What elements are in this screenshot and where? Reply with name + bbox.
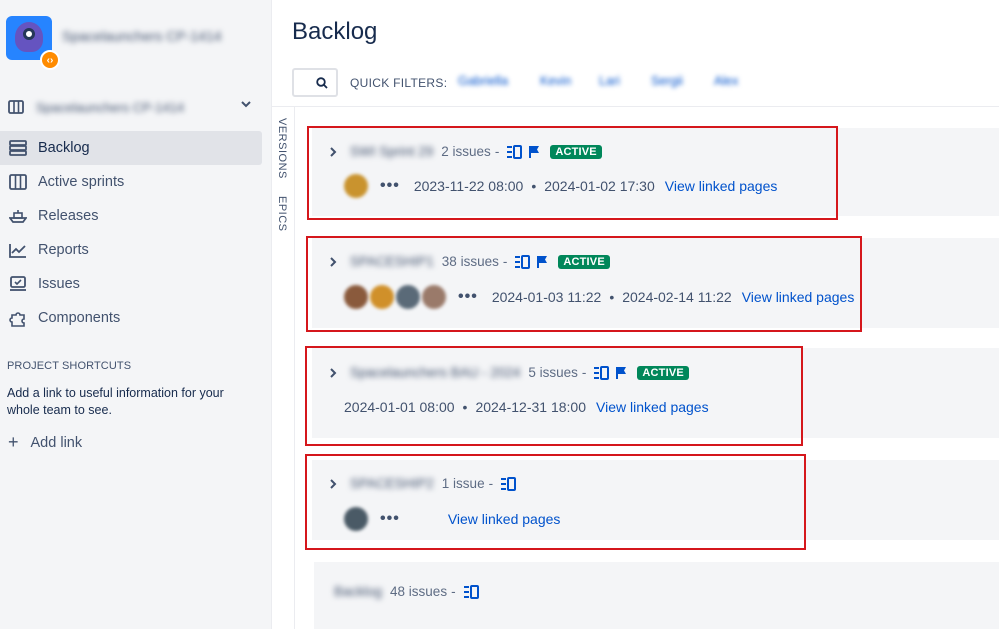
- sidebar-nav: Backlog Active sprints Releases Reports …: [0, 131, 262, 335]
- sidebar-item-components[interactable]: Components: [0, 301, 262, 335]
- sidebar-item-label: Issues: [38, 276, 80, 292]
- header-divider: [272, 106, 999, 107]
- board-columns-icon: [8, 100, 24, 114]
- sidebar-item-label: Components: [38, 310, 121, 326]
- board-selector-label: Spacelaunchers CP-1414: [36, 99, 185, 115]
- search-input[interactable]: [292, 68, 338, 97]
- quick-filter[interactable]: Lari: [599, 74, 620, 88]
- issues-icon: [8, 274, 28, 294]
- sidebar-item-releases[interactable]: Releases: [0, 199, 262, 233]
- sidebar-item-label: Reports: [38, 242, 89, 258]
- board-selector[interactable]: Spacelaunchers CP-1414: [8, 96, 258, 118]
- quick-filter[interactable]: Sergii: [651, 74, 683, 88]
- project-header[interactable]: ‹›: [6, 16, 60, 70]
- sidebar-item-label: Releases: [38, 208, 99, 224]
- project-shortcuts-heading: PROJECT SHORTCUTS: [7, 360, 132, 372]
- sidebar-item-reports[interactable]: Reports: [0, 233, 262, 267]
- chevron-down-icon: [240, 98, 252, 113]
- plus-icon: +: [8, 432, 19, 452]
- quick-filters-label: QUICK FILTERS:: [350, 76, 448, 90]
- puzzle-icon: [8, 308, 28, 328]
- sidebar-item-label: Active sprints: [38, 174, 125, 190]
- sidebar-item-backlog[interactable]: Backlog: [0, 131, 262, 165]
- quick-filter[interactable]: Gabriella: [458, 74, 508, 88]
- separator: -: [451, 584, 456, 599]
- side-tabs-divider: [294, 106, 295, 629]
- story-points-icon: [463, 584, 479, 599]
- ship-icon: [8, 206, 28, 226]
- highlight-box: [307, 126, 838, 220]
- project-sidebar: ‹› Spacelaunchers CP-1414 Spacelaunchers…: [0, 0, 272, 629]
- project-shortcuts-description: Add a link to useful information for you…: [7, 386, 224, 417]
- chart-icon: [8, 240, 28, 260]
- issue-count: 48 issues: [390, 584, 448, 599]
- quick-filter[interactable]: Kevin: [540, 74, 571, 88]
- search-icon: [316, 76, 328, 89]
- backlog-name: Backlog: [334, 584, 383, 599]
- project-name[interactable]: Spacelaunchers CP-1414: [62, 28, 252, 44]
- sidebar-item-active-sprints[interactable]: Active sprints: [0, 165, 262, 199]
- sidebar-item-issues[interactable]: Issues: [0, 267, 262, 301]
- highlight-box: [305, 346, 803, 446]
- add-link-label: Add link: [30, 434, 83, 451]
- project-avatar[interactable]: ‹›: [6, 16, 60, 70]
- backlog-container: Backlog 48 issues -: [314, 562, 999, 629]
- backlog-icon: [8, 138, 28, 158]
- tab-epics[interactable]: EPICS: [276, 196, 288, 232]
- code-badge-icon: ‹›: [40, 50, 60, 70]
- quick-filter[interactable]: Alex: [714, 74, 738, 88]
- board-icon: [8, 172, 28, 192]
- highlight-box: [306, 236, 862, 332]
- project-logo-eye: [23, 28, 35, 40]
- page-title: Backlog: [292, 18, 378, 45]
- highlight-box: [305, 454, 806, 550]
- backlog-header[interactable]: Backlog 48 issues -: [334, 584, 479, 599]
- tab-versions[interactable]: VERSIONS: [276, 118, 288, 179]
- add-link-button[interactable]: + Add link: [8, 432, 82, 453]
- sidebar-item-label: Backlog: [38, 140, 90, 156]
